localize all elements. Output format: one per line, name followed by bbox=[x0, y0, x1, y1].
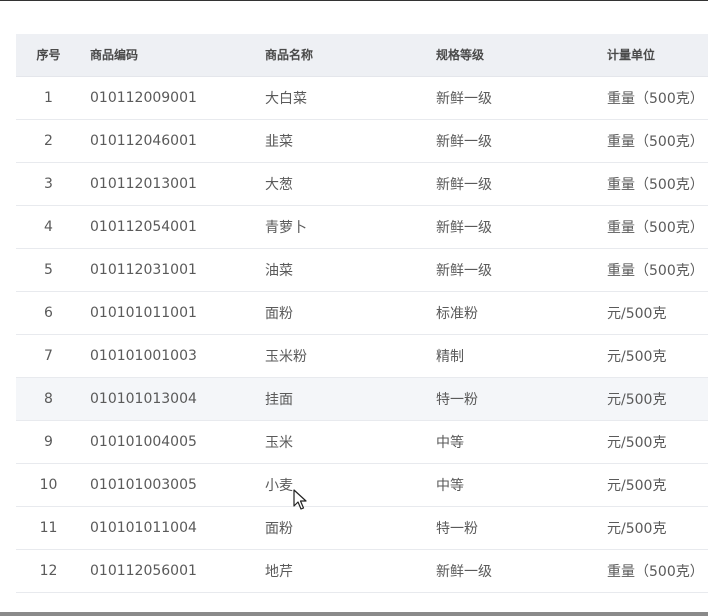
cell-index: 12 bbox=[16, 549, 90, 593]
cell-spec: 标准粉 bbox=[436, 291, 607, 335]
cell-code: 010112009001 bbox=[90, 76, 265, 120]
cell-unit: 重量（500克） bbox=[607, 549, 708, 593]
cell-index: 11 bbox=[16, 506, 90, 550]
cell-unit: 元/500克 bbox=[607, 506, 708, 550]
cell-spec: 新鲜一级 bbox=[436, 162, 607, 206]
header-spec[interactable]: 规格等级 bbox=[436, 34, 607, 77]
cell-spec: 中等 bbox=[436, 463, 607, 507]
cell-name: 地芹 bbox=[265, 549, 436, 593]
commodity-table-container: 序号 商品编码 商品名称 规格等级 计量单位 1 010112009001 大白… bbox=[16, 34, 708, 593]
table-header: 序号 商品编码 商品名称 规格等级 计量单位 bbox=[16, 34, 708, 77]
cell-code: 010101003005 bbox=[90, 463, 265, 507]
cell-unit: 重量（500克） bbox=[607, 119, 708, 163]
cell-unit: 元/500克 bbox=[607, 463, 708, 507]
header-row: 序号 商品编码 商品名称 规格等级 计量单位 bbox=[16, 34, 708, 77]
cell-spec: 中等 bbox=[436, 420, 607, 464]
cell-name: 面粉 bbox=[265, 506, 436, 550]
cell-index: 8 bbox=[16, 377, 90, 421]
header-index[interactable]: 序号 bbox=[16, 34, 90, 77]
table-row[interactable]: 4 010112054001 青萝卜 新鲜一级 重量（500克） bbox=[16, 205, 708, 249]
cell-unit: 重量（500克） bbox=[607, 162, 708, 206]
table-row[interactable]: 12 010112056001 地芹 新鲜一级 重量（500克） bbox=[16, 549, 708, 593]
cell-name: 玉米 bbox=[265, 420, 436, 464]
cell-name: 大白菜 bbox=[265, 76, 436, 120]
cell-code: 010112056001 bbox=[90, 549, 265, 593]
cell-code: 010101004005 bbox=[90, 420, 265, 464]
cell-unit: 元/500克 bbox=[607, 420, 708, 464]
table-row[interactable]: 9 010101004005 玉米 中等 元/500克 bbox=[16, 420, 708, 464]
cell-index: 1 bbox=[16, 76, 90, 120]
header-name[interactable]: 商品名称 bbox=[265, 34, 436, 77]
cell-index: 7 bbox=[16, 334, 90, 378]
cell-spec: 特一粉 bbox=[436, 377, 607, 421]
cell-spec: 特一粉 bbox=[436, 506, 607, 550]
cell-name: 青萝卜 bbox=[265, 205, 436, 249]
header-code[interactable]: 商品编码 bbox=[90, 34, 265, 77]
cell-index: 5 bbox=[16, 248, 90, 292]
cell-spec: 新鲜一级 bbox=[436, 549, 607, 593]
cell-index: 4 bbox=[16, 205, 90, 249]
table-row[interactable]: 3 010112013001 大葱 新鲜一级 重量（500克） bbox=[16, 162, 708, 206]
cell-code: 010112013001 bbox=[90, 162, 265, 206]
table-row[interactable]: 11 010101011004 面粉 特一粉 元/500克 bbox=[16, 506, 708, 550]
cell-unit: 元/500克 bbox=[607, 291, 708, 335]
cell-name: 小麦 bbox=[265, 463, 436, 507]
page: 序号 商品编码 商品名称 规格等级 计量单位 1 010112009001 大白… bbox=[0, 0, 708, 616]
cell-unit: 重量（500克） bbox=[607, 248, 708, 292]
cell-code: 010101001003 bbox=[90, 334, 265, 378]
table-row[interactable]: 5 010112031001 油菜 新鲜一级 重量（500克） bbox=[16, 248, 708, 292]
table-row[interactable]: 6 010101011001 面粉 标准粉 元/500克 bbox=[16, 291, 708, 335]
cell-code: 010112031001 bbox=[90, 248, 265, 292]
header-unit[interactable]: 计量单位 bbox=[607, 34, 708, 77]
cell-code: 010112046001 bbox=[90, 119, 265, 163]
cell-spec: 新鲜一级 bbox=[436, 205, 607, 249]
table-row[interactable]: 10 010101003005 小麦 中等 元/500克 bbox=[16, 463, 708, 507]
cell-code: 010101011004 bbox=[90, 506, 265, 550]
cell-name: 韭菜 bbox=[265, 119, 436, 163]
cell-index: 6 bbox=[16, 291, 90, 335]
table-row-hovered[interactable]: 8 010101013004 挂面 特一粉 元/500克 bbox=[16, 377, 708, 421]
cell-name: 挂面 bbox=[265, 377, 436, 421]
cell-unit: 重量（500克） bbox=[607, 76, 708, 120]
cell-name: 油菜 bbox=[265, 248, 436, 292]
table-row[interactable]: 2 010112046001 韭菜 新鲜一级 重量（500克） bbox=[16, 119, 708, 163]
top-divider bbox=[0, 0, 708, 1]
table-body: 1 010112009001 大白菜 新鲜一级 重量（500克） 2 01011… bbox=[16, 76, 708, 593]
cell-index: 2 bbox=[16, 119, 90, 163]
cell-spec: 精制 bbox=[436, 334, 607, 378]
cell-code: 010101013004 bbox=[90, 377, 265, 421]
cell-name: 面粉 bbox=[265, 291, 436, 335]
arrow-cursor-icon bbox=[293, 489, 307, 510]
cell-code: 010101011001 bbox=[90, 291, 265, 335]
cell-spec: 新鲜一级 bbox=[436, 119, 607, 163]
table-row[interactable]: 1 010112009001 大白菜 新鲜一级 重量（500克） bbox=[16, 76, 708, 120]
cell-spec: 新鲜一级 bbox=[436, 248, 607, 292]
cell-unit: 元/500克 bbox=[607, 334, 708, 378]
cell-unit: 元/500克 bbox=[607, 377, 708, 421]
cell-index: 9 bbox=[16, 420, 90, 464]
bottom-scrollbar-track bbox=[0, 612, 708, 616]
cell-name: 玉米粉 bbox=[265, 334, 436, 378]
commodity-table: 序号 商品编码 商品名称 规格等级 计量单位 1 010112009001 大白… bbox=[16, 34, 708, 593]
cell-code: 010112054001 bbox=[90, 205, 265, 249]
cell-index: 10 bbox=[16, 463, 90, 507]
cell-index: 3 bbox=[16, 162, 90, 206]
cell-unit: 重量（500克） bbox=[607, 205, 708, 249]
table-row[interactable]: 7 010101001003 玉米粉 精制 元/500克 bbox=[16, 334, 708, 378]
cell-spec: 新鲜一级 bbox=[436, 76, 607, 120]
cell-name: 大葱 bbox=[265, 162, 436, 206]
